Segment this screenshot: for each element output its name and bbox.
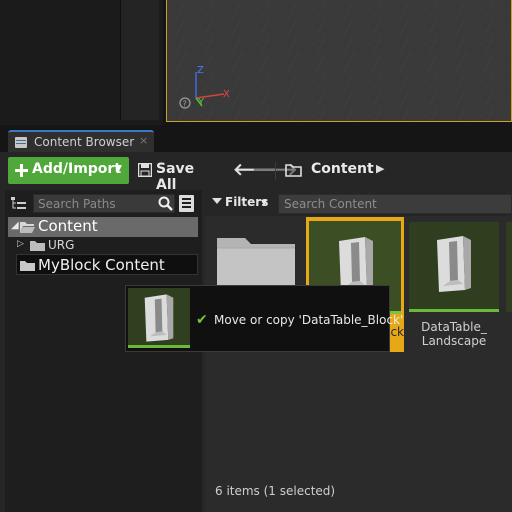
collapse-arrow-icon[interactable]: ◢ [11,220,19,231]
drag-message: Move or copy 'DataTable_Block' [214,313,404,327]
filters-button[interactable]: Filters ▼ [209,193,273,213]
tree-item-label: URG [48,238,75,252]
data-table-icon [144,294,174,342]
open-folder-icon [20,222,35,233]
close-icon[interactable]: × [139,134,148,147]
save-all-label: Save All [156,161,195,193]
folder-icon [285,164,302,177]
search-content-input[interactable]: Search Content [278,194,512,214]
vertical-scrollbar[interactable] [120,0,159,120]
chevron-down-icon: ▼ [115,164,122,174]
y-axis-label: Y [197,97,205,108]
chevron-right-icon[interactable]: ▶ [376,162,384,175]
x-axis-label: X [223,89,230,100]
search-paths-placeholder: Search Paths [38,197,116,211]
save-all-button[interactable]: Save All [138,160,218,193]
folder-icon [20,261,35,271]
asset-label: DataTable_ Landscape [421,320,487,348]
path-content-crumb[interactable]: Content [311,161,374,177]
tree-toggle-icon[interactable] [10,196,28,212]
folder-icon [30,241,45,251]
view-options-icon[interactable] [179,195,194,212]
toolbar-divider [275,162,276,180]
tree-item-label: MyBlock Content [38,256,165,274]
add-import-button[interactable]: Add/Import ▼ [8,157,129,184]
drag-drop-tooltip: ✔ Move or copy 'DataTable_Block' [125,285,403,352]
save-icon [138,163,152,177]
filter-icon [212,198,222,204]
chevron-down-icon: ▼ [261,198,268,207]
asset-type-bar [409,309,499,312]
data-table-icon [437,236,471,292]
expand-arrow-icon[interactable]: ▷ [17,239,24,249]
checkmark-icon: ✔ [196,312,208,328]
tab-label: Content Browser [34,135,135,149]
axis-gizmo: Z X Y ? [179,65,230,109]
z-axis-label: Z [197,65,204,76]
search-icon[interactable] [158,196,173,211]
add-import-label: Add/Import [32,161,122,177]
drag-thumbnail [128,288,190,348]
top-left-panel [0,0,163,125]
asset-tile-partial[interactable] [506,222,512,312]
search-paths-input[interactable]: Search Paths [33,194,175,213]
search-content-placeholder: Search Content [284,197,377,211]
tree-item-urg[interactable]: ▷ URG [16,238,196,253]
tree-item-myblock-content[interactable]: MyBlock Content [16,254,198,275]
tab-content-browser[interactable]: Content Browser × [8,130,154,154]
asset-count-status: 6 items (1 selected) [215,484,336,498]
plus-icon [15,164,28,177]
asset-tile-datatable-landscape[interactable] [409,222,499,312]
tree-item-label: Content [38,217,98,235]
content-browser-icon [15,137,27,148]
asset-type-bar [128,345,190,348]
svg-text:?: ? [183,100,187,109]
tree-item-content[interactable]: ◢ Content [8,217,198,237]
